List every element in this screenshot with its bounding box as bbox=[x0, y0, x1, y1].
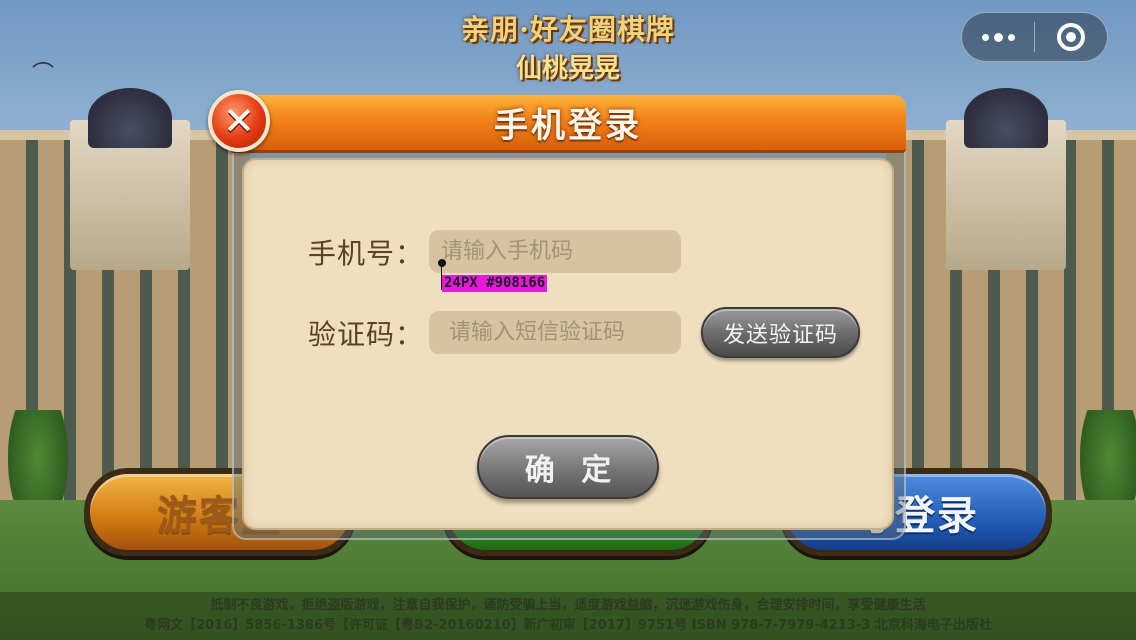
code-label: 验证码： bbox=[308, 318, 425, 351]
annotation-marker bbox=[438, 259, 446, 267]
phone-input[interactable] bbox=[429, 230, 681, 273]
mini-program-capsule bbox=[961, 12, 1108, 62]
footer-health-notice: 抵制不良游戏，拒绝盗版游戏，注意自我保护，谨防受骗上当，适度游戏益脑，沉迷游戏伤… bbox=[210, 598, 926, 613]
verification-code-input[interactable] bbox=[429, 311, 681, 354]
logo-title: 亲朋·好友圈棋牌 bbox=[461, 13, 675, 46]
dome-left bbox=[88, 88, 172, 148]
dialog-title: 手机登录 bbox=[494, 106, 642, 146]
close-x-icon: ✕ bbox=[223, 99, 255, 143]
exit-button[interactable] bbox=[1035, 13, 1107, 61]
footer-license: 粤网文【2016】5856-1386号【许可证【粤B2-20160210】新广初… bbox=[144, 618, 992, 633]
more-dots-icon bbox=[981, 32, 1015, 42]
more-button[interactable] bbox=[962, 13, 1034, 61]
footer-notice: 抵制不良游戏，拒绝盗版游戏，注意自我保护，谨防受骗上当，适度游戏益脑，沉迷游戏伤… bbox=[0, 592, 1136, 640]
annotation-label: 24PX #908166 bbox=[442, 275, 548, 292]
confirm-button[interactable]: 确 定 bbox=[477, 435, 659, 499]
bird-icon: ⌒ bbox=[32, 62, 55, 87]
logo-subtitle: 仙桃晃晃 bbox=[515, 54, 620, 84]
game-logo: 亲朋·好友圈棋牌 仙桃晃晃 bbox=[440, 8, 696, 85]
send-code-button[interactable]: 发送验证码 bbox=[701, 307, 860, 358]
dome-right bbox=[964, 88, 1048, 148]
close-button[interactable]: ✕ bbox=[208, 90, 270, 152]
dialog-header: 手机登录 bbox=[230, 95, 906, 153]
target-close-icon bbox=[1056, 23, 1085, 51]
phone-label: 手机号： bbox=[308, 237, 425, 270]
